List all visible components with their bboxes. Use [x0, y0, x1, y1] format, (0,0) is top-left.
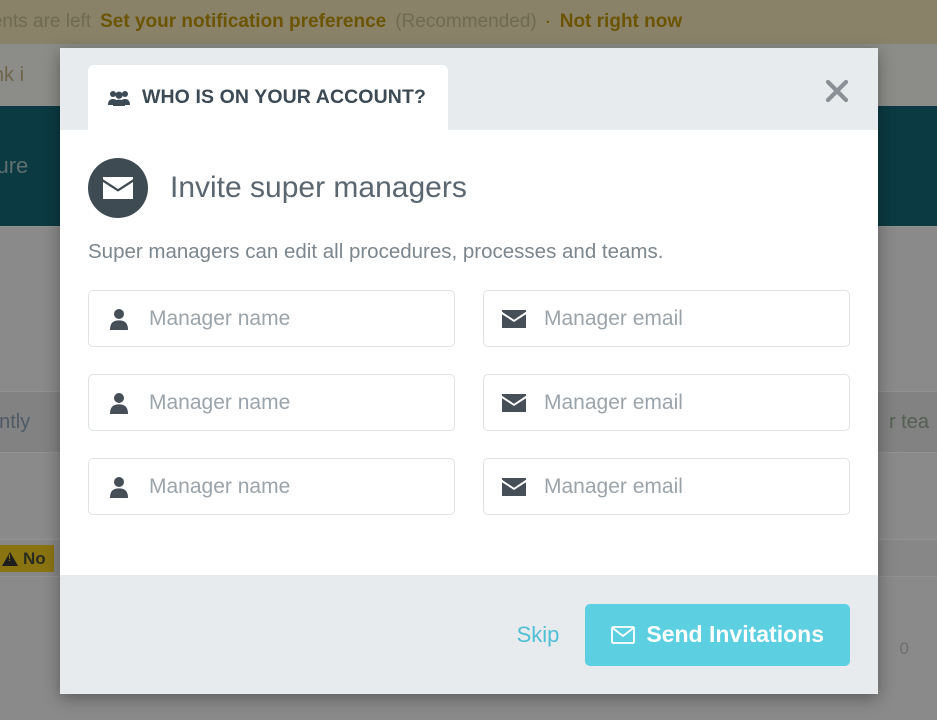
modal-title-row: Invite super managers	[88, 158, 850, 218]
manager-email-input-2[interactable]	[544, 375, 849, 430]
envelope-icon	[484, 375, 544, 430]
manager-email-field-2[interactable]	[483, 374, 850, 431]
manager-name-input-1[interactable]	[149, 291, 454, 346]
modal-subtitle: Super managers can edit all procedures, …	[88, 240, 664, 263]
manager-row-3	[88, 458, 850, 515]
manager-email-input-3[interactable]	[544, 459, 849, 514]
notification-lead-text: ments are left	[0, 11, 92, 32]
notification-separator: ·	[545, 13, 551, 31]
send-invitations-label: Send Invitations	[646, 621, 824, 647]
background-teal-text: edure	[0, 153, 29, 178]
tab-who-is-on-your-account[interactable]: WHO IS ON YOUR ACCOUNT?	[88, 65, 448, 130]
warning-triangle-icon	[2, 551, 18, 566]
manager-row-1	[88, 290, 850, 347]
notification-banner: ments are left Set your notification pre…	[0, 0, 937, 44]
manager-name-input-2[interactable]	[149, 375, 454, 430]
notification-dismiss-link[interactable]: Not right now	[560, 11, 682, 33]
manager-email-field-1[interactable]	[483, 290, 850, 347]
manager-fields	[88, 290, 850, 515]
envelope-icon	[88, 158, 148, 218]
page-title: Invite super managers	[170, 171, 467, 204]
notification-recommended-text: (Recommended)	[395, 11, 537, 32]
manager-name-field-2[interactable]	[88, 374, 455, 431]
tab-label: WHO IS ON YOUR ACCOUNT?	[142, 86, 426, 108]
modal-body: Invite super managers Super managers can…	[60, 130, 878, 575]
close-icon[interactable]	[820, 74, 854, 108]
person-icon	[89, 291, 149, 346]
notification-preference-link[interactable]: Set your notification preference	[100, 11, 386, 33]
background-row-link-text: link i	[0, 63, 25, 86]
manager-name-field-3[interactable]	[88, 458, 455, 515]
background-row-b-right-text: r tea	[888, 410, 929, 433]
background-count-text: 0	[899, 639, 909, 658]
manager-row-2	[88, 374, 850, 431]
skip-button[interactable]: Skip	[517, 622, 560, 648]
person-icon	[89, 375, 149, 430]
background-row-b-left-text: ently	[0, 410, 31, 433]
invite-super-managers-modal: WHO IS ON YOUR ACCOUNT? Invite super man…	[60, 48, 878, 694]
manager-email-input-1[interactable]	[544, 291, 849, 346]
manager-email-field-3[interactable]	[483, 458, 850, 515]
envelope-icon	[611, 625, 636, 644]
envelope-icon	[484, 459, 544, 514]
status-badge-label: No	[23, 548, 46, 568]
status-badge: No	[0, 545, 54, 572]
modal-header: WHO IS ON YOUR ACCOUNT?	[60, 48, 878, 130]
envelope-icon	[484, 291, 544, 346]
send-invitations-button[interactable]: Send Invitations	[585, 603, 850, 666]
users-group-icon	[108, 90, 130, 106]
person-icon	[89, 459, 149, 514]
manager-name-field-1[interactable]	[88, 290, 455, 347]
modal-footer: Skip Send Invitations	[60, 575, 878, 694]
manager-name-input-3[interactable]	[149, 459, 454, 514]
